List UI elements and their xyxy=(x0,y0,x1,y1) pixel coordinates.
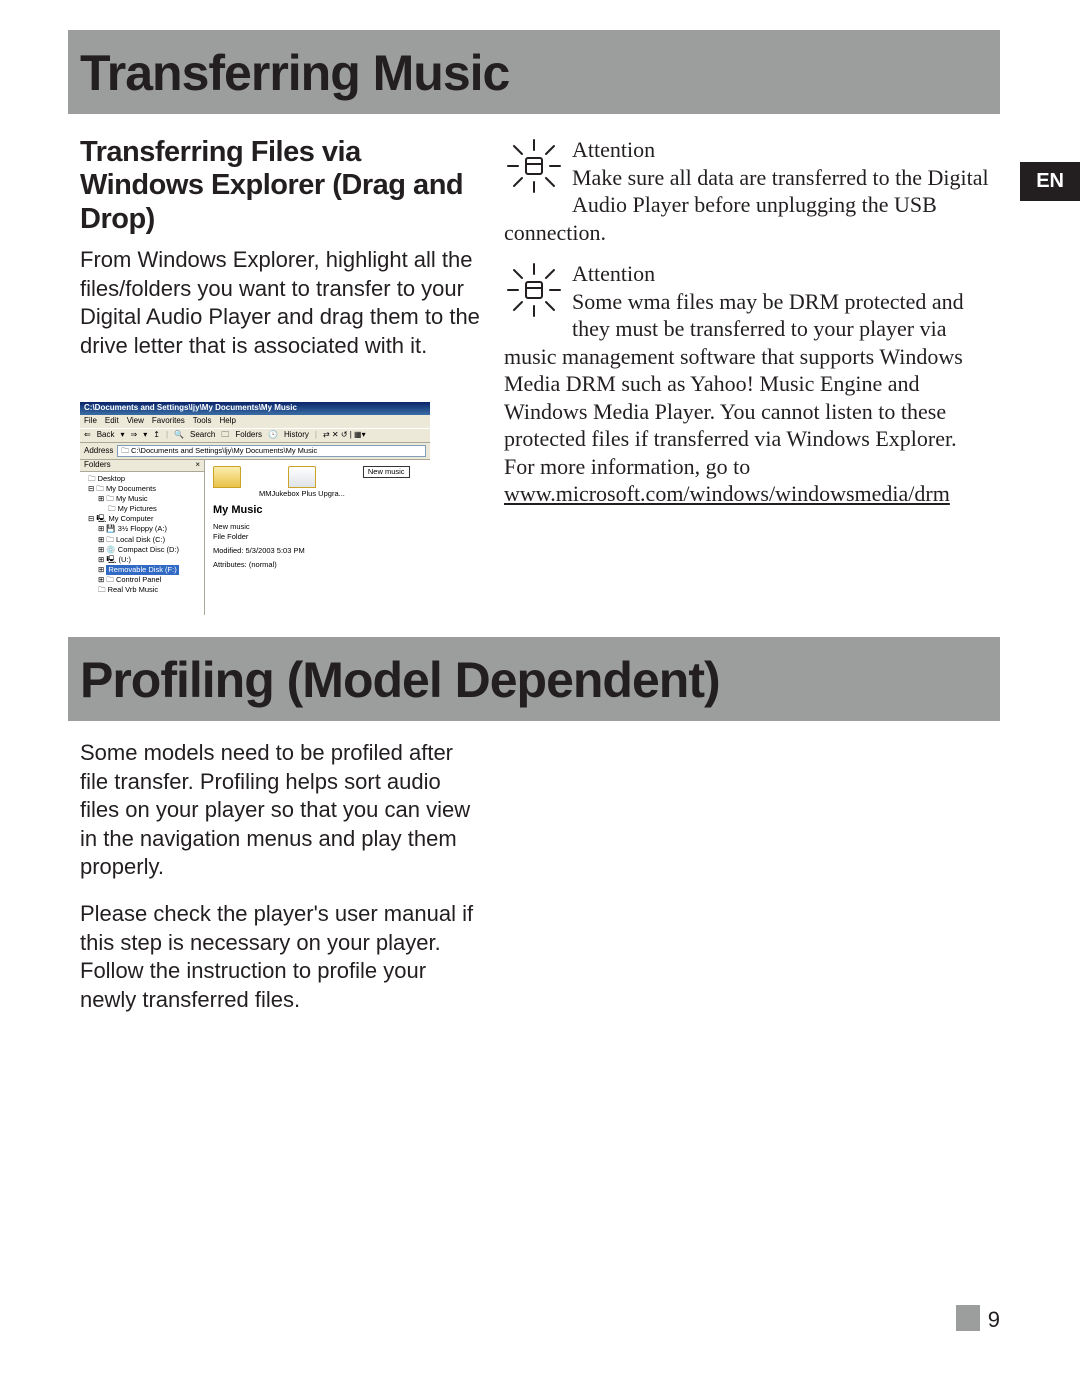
menu-favorites: Favorites xyxy=(152,417,185,426)
folders-icon: 🗀 xyxy=(221,431,229,440)
attention2-body-part2: For more information, go to xyxy=(504,454,750,479)
menu-tools: Tools xyxy=(193,417,212,426)
attention-burst-icon xyxy=(504,136,564,196)
tree-removable-disk: ⊞ Removable Disk (F:) xyxy=(82,565,202,575)
back-icon: ⇐ xyxy=(84,431,91,440)
address-value: C:\Documents and Settings\ljy\My Documen… xyxy=(131,446,317,455)
menu-file: File xyxy=(84,417,97,426)
attention-box-data-transfer: Attention Make sure all data are transfe… xyxy=(504,136,1000,246)
attention-box-drm: Attention Some wma files may be DRM prot… xyxy=(504,260,1000,508)
section-title-transferring-music: Transferring Music xyxy=(68,30,1000,114)
attention1-title: Attention xyxy=(572,137,655,162)
menu-edit: Edit xyxy=(105,417,119,426)
attention2-link[interactable]: www.microsoft.com/windows/windowsmedia/d… xyxy=(504,481,950,506)
page-number-marker xyxy=(956,1305,980,1331)
tree-desktop: 🗀 Desktop xyxy=(82,474,202,484)
attention-burst-icon xyxy=(504,260,564,320)
page-number-value: 9 xyxy=(988,1307,1000,1332)
close-icon: × xyxy=(195,461,200,470)
tree-real-music: 🗀 Real Vrb Music xyxy=(82,585,202,595)
attention2-title: Attention xyxy=(572,261,655,286)
tree-local-disk: ⊞ 🗀 Local Disk (C:) xyxy=(82,535,202,545)
meta-modified: Modified: 5/3/2003 5:03 PM xyxy=(213,546,422,556)
body-drag-and-drop: From Windows Explorer, highlight all the… xyxy=(80,246,480,360)
content-shortcut-item: MMJukebox Plus Upgra... xyxy=(259,466,345,498)
tree-floppy: ⊞ 💾 3½ Floppy (A:) xyxy=(82,524,202,534)
explorer-addressbar: Address 🗀 C:\Documents and Settings\ljy\… xyxy=(80,443,430,460)
tree-my-documents: ⊟ 🗀 My Documents xyxy=(82,484,202,494)
section-title-profiling: Profiling (Model Dependent) xyxy=(68,637,1000,721)
windows-explorer-screenshot: C:\Documents and Settings\ljy\My Documen… xyxy=(80,402,430,615)
folder-icon xyxy=(213,466,241,488)
page-number: 9 xyxy=(956,1305,1000,1333)
tree-my-music: ⊞ 🗀 My Music xyxy=(82,494,202,504)
tree-u-drive: ⊞ 🖳 (U:) xyxy=(82,555,202,565)
toolbar-search-label: Search xyxy=(190,431,215,440)
profiling-paragraph-2: Please check the player's user manual if… xyxy=(80,900,480,1014)
menu-help: Help xyxy=(219,417,235,426)
tree-my-computer: ⊟ 🖳 My Computer xyxy=(82,514,202,524)
new-music-button: New music xyxy=(363,466,410,478)
meta-filefolder: File Folder xyxy=(213,532,422,542)
misc-toolbar-icons: ⇄ ✕ ↺ | ▦▾ xyxy=(323,431,366,440)
up-icon: ↥ xyxy=(153,431,160,440)
meta-attributes: Attributes: (normal) xyxy=(213,560,422,570)
attention1-body: Make sure all data are transferred to th… xyxy=(504,165,989,245)
explorer-menubar: File Edit View Favorites Tools Help xyxy=(80,415,430,428)
tree-compact-disc: ⊞ 💿 Compact Disc (D:) xyxy=(82,545,202,555)
content-shortcut-label: MMJukebox Plus Upgra... xyxy=(259,490,345,498)
folders-header-label: Folders xyxy=(84,461,111,470)
content-folder-item xyxy=(213,466,241,498)
shortcut-icon xyxy=(288,466,316,488)
folder-icon: 🗀 xyxy=(121,446,129,455)
attention2-body-part1: Some wma files may be DRM protected and … xyxy=(504,289,964,452)
address-field: 🗀 C:\Documents and Settings\ljy\My Docum… xyxy=(117,445,426,457)
tree-my-pictures: 🗀 My Pictures xyxy=(82,504,202,514)
explorer-titlebar: C:\Documents and Settings\ljy\My Documen… xyxy=(80,402,430,415)
toolbar-back-label: Back xyxy=(97,431,115,440)
menu-view: View xyxy=(127,417,144,426)
toolbar-history-label: History xyxy=(284,431,309,440)
toolbar-folders-label: Folders xyxy=(235,431,262,440)
tree-control-panel: ⊞ 🗀 Control Panel xyxy=(82,575,202,585)
content-pane: MMJukebox Plus Upgra... New music My Mus… xyxy=(205,460,430,615)
profiling-paragraph-1: Some models need to be profiled after fi… xyxy=(80,739,480,882)
content-pane-heading: My Music xyxy=(213,504,422,516)
history-icon: 🕓 xyxy=(268,431,278,440)
search-icon: 🔍 xyxy=(174,431,184,440)
address-label: Address xyxy=(84,447,113,456)
explorer-toolbar: ⇐ Back ▾ ⇒ ▾ ↥ | 🔍Search 🗀Folders 🕓Histo… xyxy=(80,428,430,443)
meta-newmusic: New music xyxy=(213,522,422,532)
folders-pane: Folders × 🗀 Desktop ⊟ 🗀 My Documents ⊞ 🗀… xyxy=(80,460,205,615)
subheading-drag-and-drop: Transferring Files via Windows Explorer … xyxy=(80,136,480,236)
forward-icon: ⇒ xyxy=(131,431,138,440)
